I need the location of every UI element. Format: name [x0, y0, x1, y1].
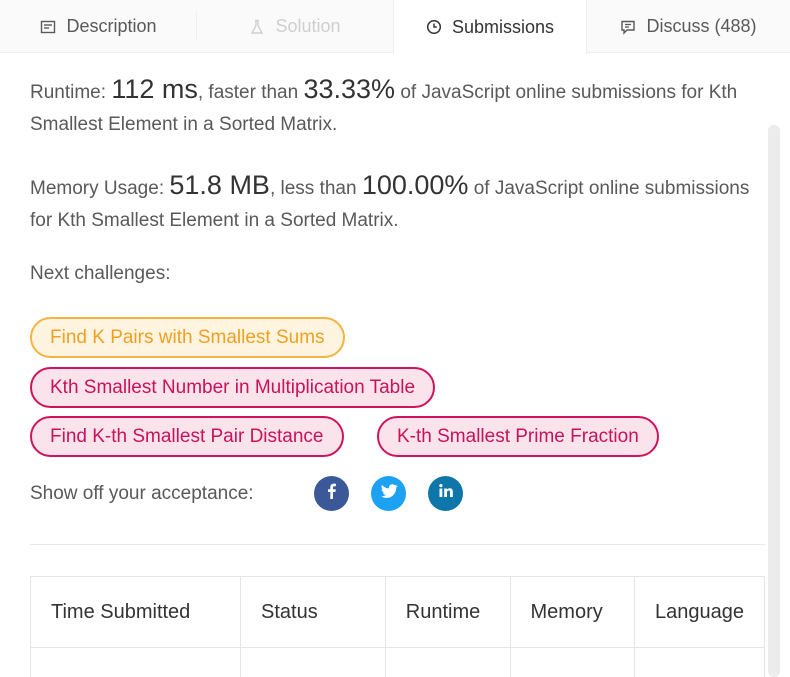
memory-percentile: 100.00% [361, 170, 469, 200]
column-header-runtime[interactable]: Runtime [384, 576, 511, 648]
clock-icon [426, 19, 442, 35]
runtime-label: Runtime: [30, 82, 107, 103]
tab-discuss[interactable]: Discuss (488) [587, 0, 790, 53]
memory-summary: Memory Usage: 51.8 MB, less than 100.00%… [30, 169, 765, 237]
column-header-time-submitted[interactable]: Time Submitted [30, 576, 242, 648]
runtime-mid-text: , faster than [197, 82, 299, 103]
twitter-icon [379, 481, 399, 506]
memory-value: 51.8 MB [169, 170, 270, 200]
tab-solution[interactable]: Solution [197, 0, 393, 53]
vertical-scrollbar[interactable] [768, 125, 780, 677]
next-challenges-label: Next challenges: [30, 263, 171, 284]
submissions-table: Time Submitted Status Runtime Memory Lan… [30, 576, 765, 677]
column-header-status[interactable]: Status [240, 576, 386, 648]
runtime-value: 112 ms [111, 74, 198, 104]
challenge-chip-hard[interactable]: Find K-th Smallest Pair Distance [30, 416, 344, 457]
tab-submissions[interactable]: Submissions [393, 0, 587, 54]
challenge-chip-hard[interactable]: Kth Smallest Number in Multiplication Ta… [30, 367, 436, 408]
column-header-memory[interactable]: Memory [509, 576, 635, 648]
table-cell [633, 647, 765, 677]
facebook-icon [323, 482, 341, 505]
section-divider [30, 544, 765, 545]
submission-result-panel: Runtime: 112 ms, faster than 33.33% of J… [30, 53, 765, 677]
table-cell [384, 647, 511, 677]
tab-label: Submissions [451, 16, 555, 37]
memory-mid-text: , less than [269, 178, 357, 199]
tab-label: Discuss (488) [646, 16, 757, 36]
table-row[interactable] [30, 647, 765, 677]
tab-label: Solution [275, 16, 341, 36]
linkedin-icon [437, 482, 455, 505]
column-header-language[interactable]: Language [633, 576, 765, 648]
tab-bar: Description Solution Submissions Discuss… [0, 0, 790, 54]
tab-label: Description [66, 16, 157, 36]
facebook-share-button[interactable] [314, 476, 349, 511]
table-cell [509, 647, 635, 677]
flask-icon [249, 19, 265, 35]
memory-label: Memory Usage: [30, 178, 165, 199]
runtime-summary: Runtime: 112 ms, faster than 33.33% of J… [30, 73, 765, 141]
comment-icon [620, 19, 636, 35]
description-icon [40, 19, 56, 35]
twitter-share-button[interactable] [371, 476, 406, 511]
share-label: Show off your acceptance: [30, 483, 254, 504]
table-cell [240, 647, 386, 677]
challenge-chip-medium[interactable]: Find K Pairs with Smallest Sums [30, 317, 345, 358]
table-header-row: Time Submitted Status Runtime Memory Lan… [30, 576, 765, 648]
tab-description[interactable]: Description [0, 0, 197, 53]
table-cell [30, 647, 242, 677]
linkedin-share-button[interactable] [428, 476, 463, 511]
runtime-percentile: 33.33% [303, 74, 396, 104]
scrollbar-thumb[interactable] [768, 125, 780, 677]
challenge-chip-hard[interactable]: K-th Smallest Prime Fraction [377, 416, 659, 457]
